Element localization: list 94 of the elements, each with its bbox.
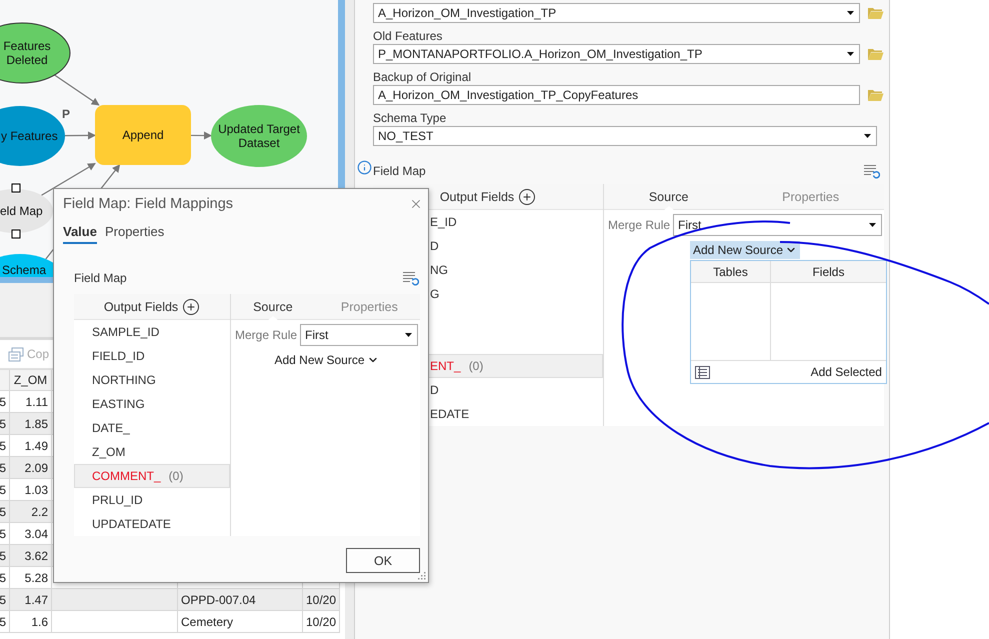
ok-button[interactable]: OK [346,548,420,573]
dropdown-field[interactable]: A_Horizon_OM_Investigation_TP [373,3,860,23]
info-icon[interactable] [357,160,372,175]
folder-icon [867,47,884,61]
text-field[interactable]: A_Horizon_OM_Investigation_TP_CopyFeatures [373,85,860,105]
connector-arrow [191,132,212,140]
table-cell: Cemetery [178,611,303,633]
table-cell: 5 [0,435,10,457]
table-cell: 5 [0,589,10,611]
column-header[interactable]: Z_OM [10,370,52,391]
add-field-button[interactable] [518,188,536,206]
field-item[interactable]: Z_OM [74,440,230,464]
table-cell: 1.03 [10,479,52,501]
table-cell: 5 [0,611,10,633]
table-cell: 5 [0,501,10,523]
dropdown-caret-icon [405,333,412,337]
section-label: Field Map [373,164,426,178]
tool-node[interactable] [95,105,191,165]
column-header: Tables [690,261,771,282]
merge-rule-dropdown[interactable]: First [673,214,882,236]
field-item[interactable]: FIELD_ID [74,344,230,368]
column-header: Output Fields [440,190,514,204]
table-cell: 5 [0,567,10,589]
table-cell: 1.6 [10,611,52,633]
dropdown-caret-icon [847,11,854,15]
folder-icon [867,6,884,20]
data-node[interactable] [0,22,70,84]
field-item[interactable]: PRLU_ID [74,488,230,512]
table-cell: 10/20 [303,611,340,633]
close-button[interactable] [409,197,423,211]
field-label: Backup of Original [373,70,472,84]
data-node[interactable] [211,105,307,167]
table-cell: 1.49 [10,435,52,457]
add-field-button[interactable] [182,298,200,316]
section-label: Field Map [74,271,127,285]
field-item[interactable]: EASTING [74,392,230,416]
node-label: Features Deleted [3,39,51,67]
field-label: Old Features [373,29,444,43]
table-cell: 5.28 [10,567,52,589]
field-item[interactable]: SAMPLE_ID [74,320,230,344]
field-item[interactable]: NORTHING [74,368,230,392]
list-refresh-icon[interactable] [402,270,419,286]
table-cell: 5 [0,479,10,501]
table-cell: 5 [0,545,10,567]
node-label: Schema [2,263,46,277]
node-label: y Features [1,129,58,143]
column-header: Output Fields [104,300,178,314]
dropdown-field[interactable]: P_MONTANAPORTFOLIO.A_Horizon_OM_Investigation_TP [373,44,860,64]
dialog-title: Field Map: Field Mappings [63,196,234,212]
table-cell: OPPD-007.04 [178,589,303,611]
table-cell: 3.04 [10,523,52,545]
resize-grip-icon[interactable] [417,571,426,580]
list-refresh-icon[interactable] [863,162,880,180]
table-cell: 10/20 [303,589,340,611]
field-label: Schema Type [373,111,448,125]
node-label: Updated Target Dataset [218,122,300,150]
dropdown-caret-icon [847,52,854,56]
field-item[interactable]: COMMENT_ (0) [74,464,230,488]
table-cell: 1.11 [10,391,52,413]
table-cell: 5 [0,457,10,479]
node-label: eld Map [0,204,43,218]
copy-icon [8,346,24,362]
data-node[interactable] [0,189,53,233]
connector-arrow [65,131,96,140]
source-tab[interactable]: Source [247,294,299,320]
folder-icon [867,88,884,102]
source-tab[interactable]: Source [642,184,694,210]
node-label: Append [122,128,164,142]
parameter-label: P [62,107,70,121]
dialog-tab[interactable]: Properties [104,224,164,244]
field-item[interactable]: DATE_ [74,416,230,440]
column-header: Fields [811,264,846,280]
table-cell: 5 [0,523,10,545]
merge-rule-dropdown[interactable]: First [300,324,418,346]
table-cell: 1.85 [10,413,52,435]
add-new-source-button[interactable]: Add New Source [690,241,800,259]
dropdown-field[interactable]: NO_TEST [373,126,877,146]
add-icon [182,298,200,316]
table-cell: 1.47 [10,589,52,611]
table-cell: 2.09 [10,457,52,479]
table-cell: 5 [0,413,10,435]
add-icon [518,188,536,206]
dropdown-caret-icon [869,223,876,227]
field-label: Merge Rule [235,328,298,342]
add-selected-button[interactable]: Add Selected [808,365,884,379]
table-cell: 3.62 [10,545,52,567]
field-item[interactable]: UPDATEDATE [74,512,230,536]
dialog-tab[interactable]: Value [63,224,97,244]
dropdown-caret-icon [864,134,871,138]
table-icon[interactable] [694,366,710,378]
connector-arrow [54,74,100,106]
field-label: Merge Rule [608,218,670,232]
table-cell: 2.2 [10,501,52,523]
table-cell: 5 [0,391,10,413]
